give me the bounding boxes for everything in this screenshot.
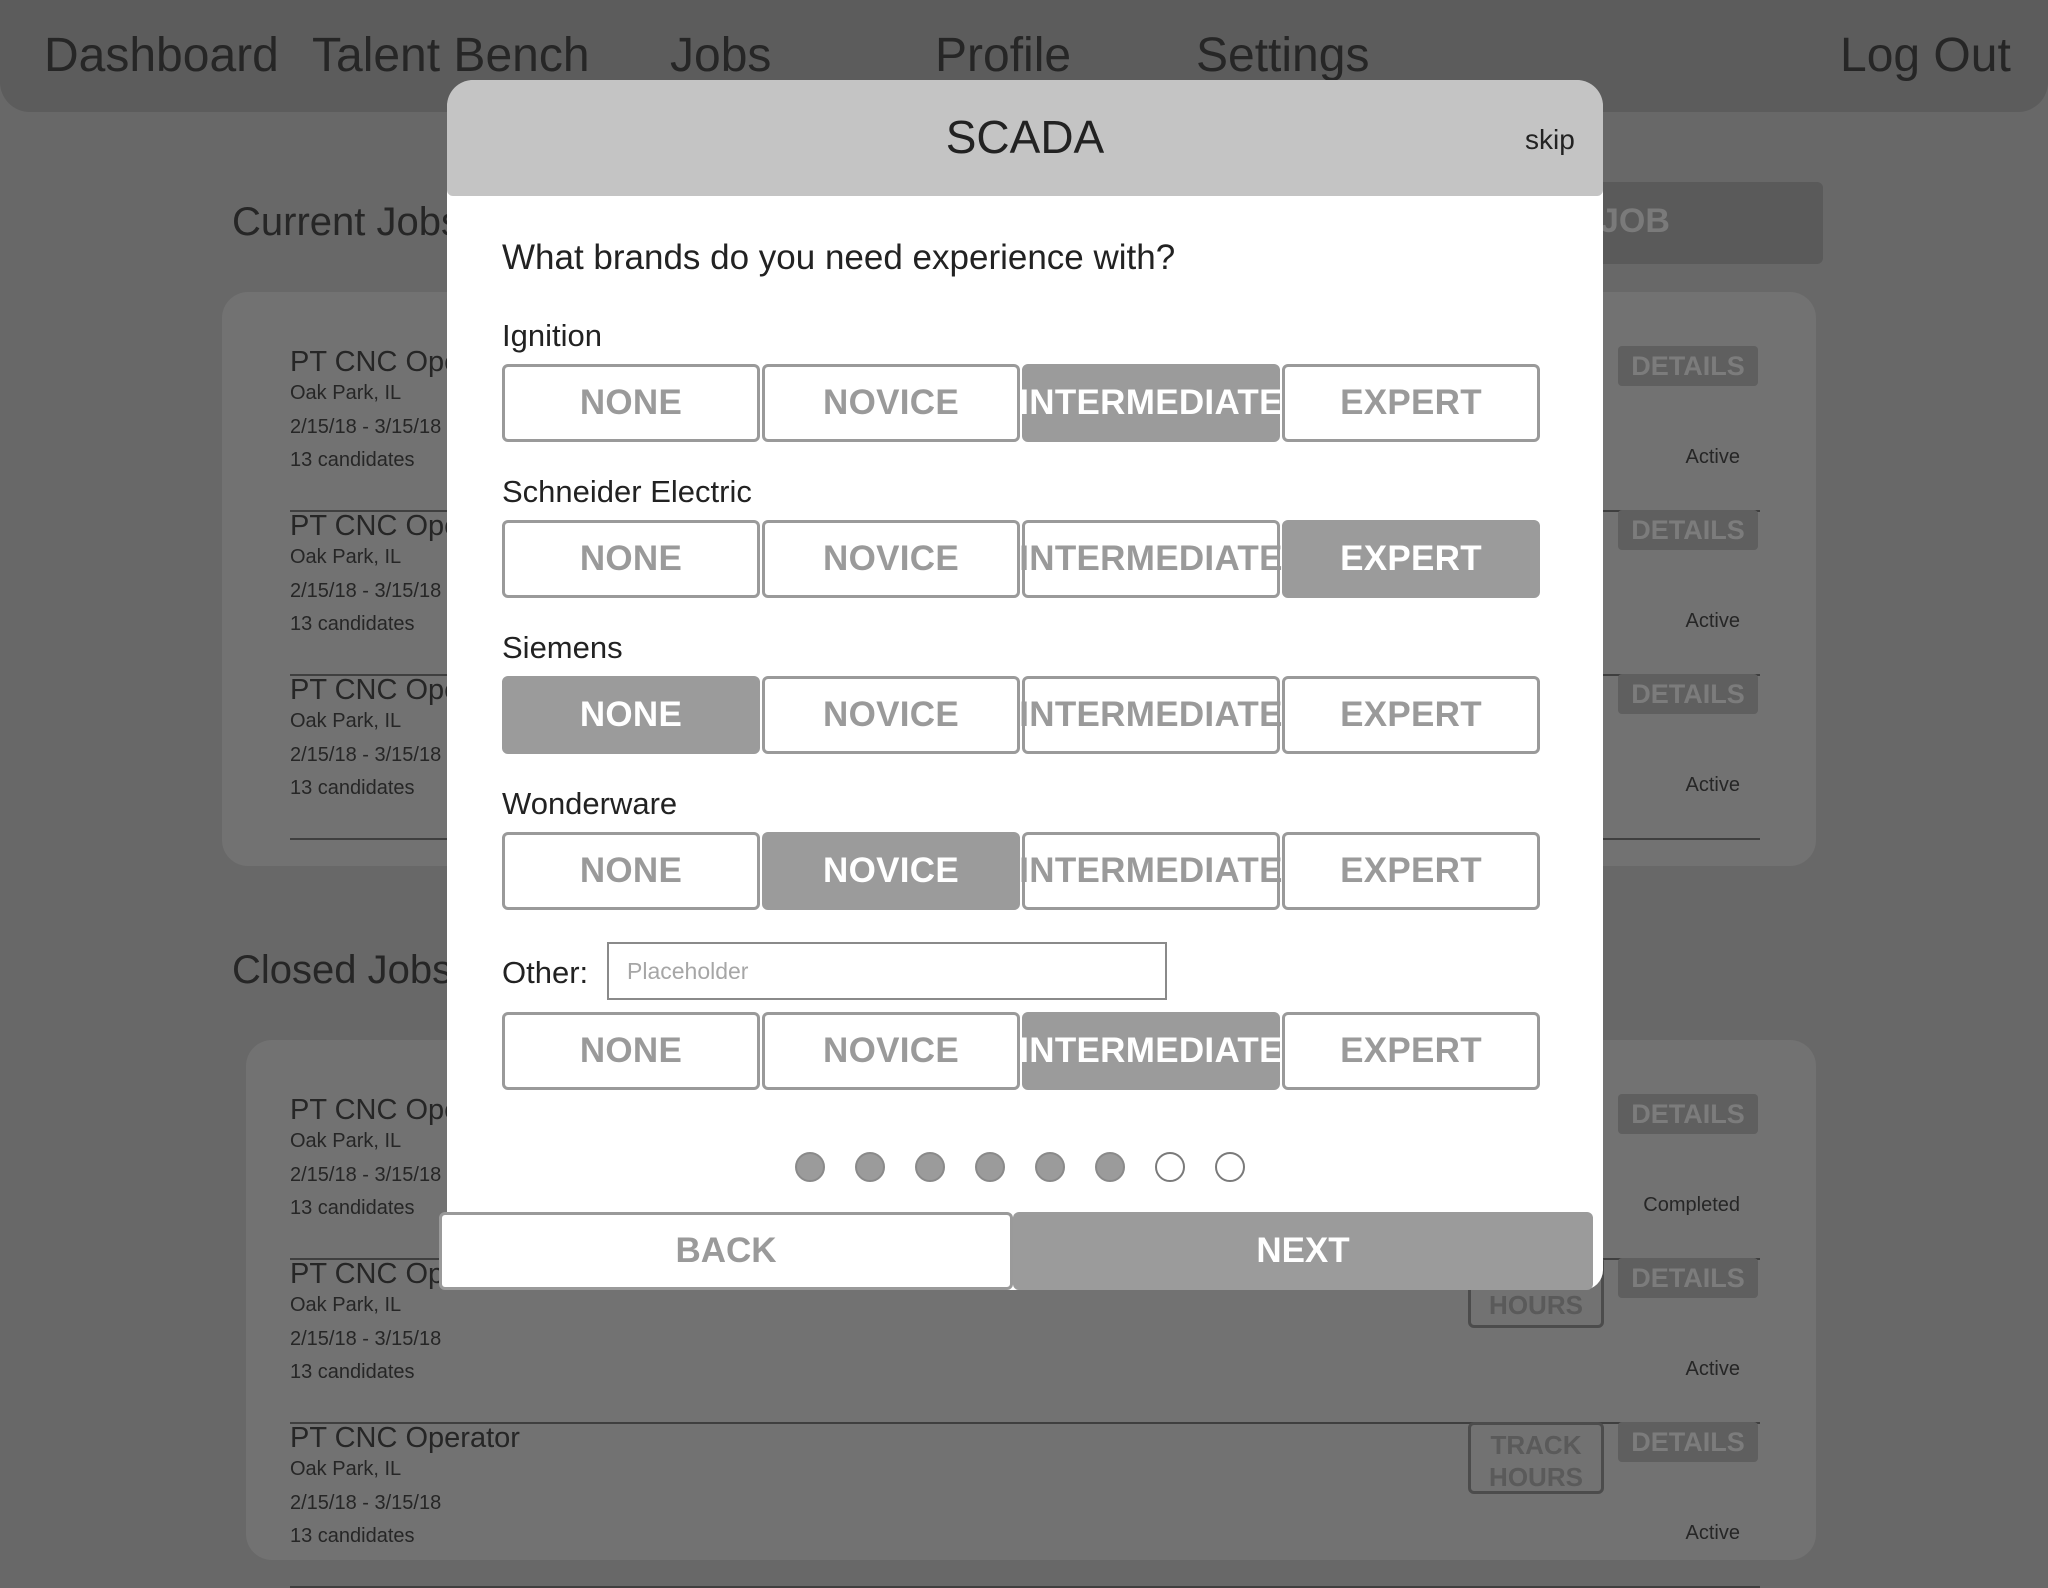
level-selector-schneider: NONE NOVICE INTERMEDIATE EXPERT (502, 520, 1542, 598)
level-option-expert[interactable]: EXPERT (1282, 364, 1540, 442)
details-button[interactable]: DETAILS (1618, 1258, 1758, 1298)
nav-dashboard[interactable]: Dashboard (44, 28, 279, 83)
nav-talent-bench[interactable]: Talent Bench (312, 28, 590, 83)
level-option-expert[interactable]: EXPERT (1282, 676, 1540, 754)
job-dates: 2/15/18 - 3/15/18 (290, 1164, 442, 1186)
level-option-none[interactable]: NONE (502, 520, 760, 598)
job-status: Active (1685, 1358, 1740, 1380)
details-button[interactable]: DETAILS (1618, 346, 1758, 386)
level-selector-siemens: NONE NOVICE INTERMEDIATE EXPERT (502, 676, 1542, 754)
job-candidates: 13 candidates (290, 1361, 415, 1383)
job-location: Oak Park, IL (290, 710, 402, 732)
progress-dot-incomplete (1215, 1152, 1245, 1182)
details-button[interactable]: DETAILS (1618, 1094, 1758, 1134)
level-option-none[interactable]: NONE (502, 1012, 760, 1090)
brand-label-siemens: Siemens (502, 630, 623, 665)
post-job-button[interactable]: JOB (1580, 182, 1823, 264)
level-option-expert[interactable]: EXPERT (1282, 832, 1540, 910)
level-option-expert[interactable]: EXPERT (1282, 1012, 1540, 1090)
details-button[interactable]: DETAILS (1618, 510, 1758, 550)
details-button[interactable]: DETAILS (1618, 674, 1758, 714)
question-text: What brands do you need experience with? (502, 238, 1176, 277)
job-status: Completed (1643, 1194, 1740, 1216)
level-option-none[interactable]: NONE (502, 676, 760, 754)
progress-dot-complete (795, 1152, 825, 1182)
job-candidates: 13 candidates (290, 1197, 415, 1219)
job-location: Oak Park, IL (290, 1130, 402, 1152)
modal-title: SCADA (945, 111, 1105, 163)
skip-link[interactable]: skip (1525, 124, 1575, 156)
job-location: Oak Park, IL (290, 546, 402, 568)
job-candidates: 13 candidates (290, 777, 415, 799)
job-dates: 2/15/18 - 3/15/18 (290, 1492, 442, 1514)
nav-logout[interactable]: Log Out (1840, 28, 2011, 83)
other-label: Other: (502, 955, 589, 990)
back-button[interactable]: BACK (439, 1212, 1013, 1290)
brand-label-ignition: Ignition (502, 318, 602, 353)
details-button[interactable]: DETAILS (1618, 1422, 1758, 1462)
nav-profile[interactable]: Profile (935, 28, 1071, 83)
job-dates: 2/15/18 - 3/15/18 (290, 580, 442, 602)
progress-dot-incomplete (1155, 1152, 1185, 1182)
level-option-intermediate[interactable]: INTERMEDIATE (1019, 676, 1282, 754)
nav-settings[interactable]: Settings (1196, 28, 1369, 83)
level-option-novice[interactable]: NOVICE (762, 676, 1020, 754)
level-selector-wonderware: NONE NOVICE INTERMEDIATE EXPERT (502, 832, 1542, 910)
job-status: Active (1685, 1522, 1740, 1544)
scada-modal: SCADA skip What brands do you need exper… (439, 80, 1603, 1290)
modal-header: SCADA skip (447, 80, 1603, 196)
job-candidates: 13 candidates (290, 449, 415, 471)
post-job-label: JOB (1600, 202, 1670, 240)
nav-jobs[interactable]: Jobs (670, 28, 771, 83)
level-option-none[interactable]: NONE (502, 364, 760, 442)
job-location: Oak Park, IL (290, 1294, 402, 1316)
job-title[interactable]: PT CNC Operator (290, 1422, 520, 1455)
progress-dot-complete (915, 1152, 945, 1182)
job-dates: 2/15/18 - 3/15/18 (290, 744, 442, 766)
level-option-intermediate[interactable]: INTERMEDIATE (1019, 832, 1282, 910)
progress-dot-complete (855, 1152, 885, 1182)
job-candidates: 13 candidates (290, 1525, 415, 1547)
level-option-intermediate[interactable]: INTERMEDIATE (1019, 520, 1282, 598)
job-location: Oak Park, IL (290, 1458, 402, 1480)
level-option-none[interactable]: NONE (502, 832, 760, 910)
job-status: Active (1685, 446, 1740, 468)
closed-jobs-title: Closed Jobs (232, 948, 453, 992)
level-selector-ignition: NONE NOVICE INTERMEDIATE EXPERT (502, 364, 1542, 442)
brand-label-schneider: Schneider Electric (502, 474, 752, 509)
progress-dots (795, 1152, 1275, 1182)
progress-dot-complete (1095, 1152, 1125, 1182)
job-dates: 2/15/18 - 3/15/18 (290, 1328, 442, 1350)
current-jobs-title: Current Jobs (232, 200, 461, 244)
progress-dot-complete (1035, 1152, 1065, 1182)
job-status: Active (1685, 774, 1740, 796)
level-option-novice[interactable]: NOVICE (762, 364, 1020, 442)
level-option-intermediate[interactable]: INTERMEDIATE (1019, 364, 1282, 442)
closed-job-row: PT CNC Operator Oak Park, IL 2/15/18 - 3… (290, 1422, 1760, 1588)
other-brand-input[interactable] (607, 942, 1167, 1000)
level-option-novice[interactable]: NOVICE (762, 832, 1020, 910)
level-option-novice[interactable]: NOVICE (762, 520, 1020, 598)
next-button[interactable]: NEXT (1013, 1212, 1593, 1290)
job-dates: 2/15/18 - 3/15/18 (290, 416, 442, 438)
track-hours-button[interactable]: TRACK HOURS (1468, 1422, 1604, 1494)
level-option-novice[interactable]: NOVICE (762, 1012, 1020, 1090)
level-selector-other: NONE NOVICE INTERMEDIATE EXPERT (502, 1012, 1542, 1090)
level-option-expert[interactable]: EXPERT (1282, 520, 1540, 598)
progress-dot-complete (975, 1152, 1005, 1182)
job-location: Oak Park, IL (290, 382, 402, 404)
level-option-intermediate[interactable]: INTERMEDIATE (1019, 1012, 1282, 1090)
job-candidates: 13 candidates (290, 613, 415, 635)
job-status: Active (1685, 610, 1740, 632)
brand-label-wonderware: Wonderware (502, 786, 678, 821)
